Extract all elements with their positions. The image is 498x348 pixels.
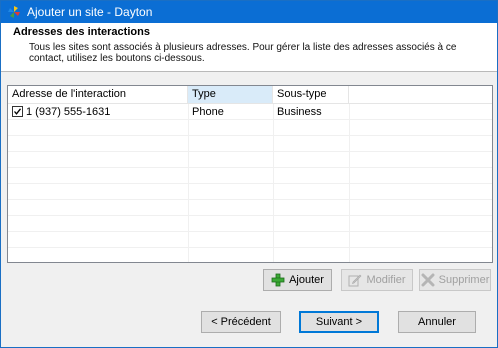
column-header-address[interactable]: Adresse de l'interaction [8,86,188,103]
empty-row [8,200,492,216]
window-title: Ajouter un site - Dayton [27,5,153,19]
cell-subtype: Business [277,106,322,118]
empty-row [8,168,492,184]
edit-button-label: Modifier [366,274,406,286]
column-header-type[interactable]: Type [188,86,273,103]
empty-row [8,184,492,200]
colorful-pinwheel-icon [7,5,21,19]
row-checkbox[interactable] [12,106,23,117]
delete-x-icon [421,273,435,287]
interaction-address-grid[interactable]: Adresse de l'interaction Type Sous-type … [7,85,493,263]
header-panel: Adresses des interactions Tous les sites… [1,23,497,71]
add-button-label: Ajouter [289,274,324,286]
column-header-subtype[interactable]: Sous-type [273,86,349,103]
edit-button[interactable]: Modifier [341,269,413,291]
green-plus-icon [271,273,285,287]
checkmark-icon [14,108,22,115]
empty-row [8,120,492,136]
previous-button[interactable]: < Précédent [201,311,281,333]
add-site-dialog: Ajouter un site - Dayton Adresses des in… [0,0,498,348]
empty-row [8,136,492,152]
empty-row [8,152,492,168]
empty-row [8,216,492,232]
address-value: 1 (937) 555-1631 [26,106,111,118]
cancel-button[interactable]: Annuler [398,311,476,333]
cell-address: 1 (937) 555-1631 [8,104,188,120]
delete-button[interactable]: Supprimer [419,269,491,291]
add-button[interactable]: Ajouter [263,269,332,291]
grid-header: Adresse de l'interaction Type Sous-type [8,86,492,104]
cell-type: Phone [192,106,224,118]
header-divider [1,71,497,72]
next-button[interactable]: Suivant > [299,311,379,333]
section-description: Tous les sites sont associés à plusieurs… [29,42,457,64]
delete-button-label: Supprimer [438,274,490,286]
table-row[interactable]: 1 (937) 555-1631 Phone Business [8,104,492,120]
empty-row [8,232,492,248]
edit-pencil-icon [348,273,362,287]
title-bar[interactable]: Ajouter un site - Dayton [1,1,497,23]
section-title: Adresses des interactions [13,26,150,38]
